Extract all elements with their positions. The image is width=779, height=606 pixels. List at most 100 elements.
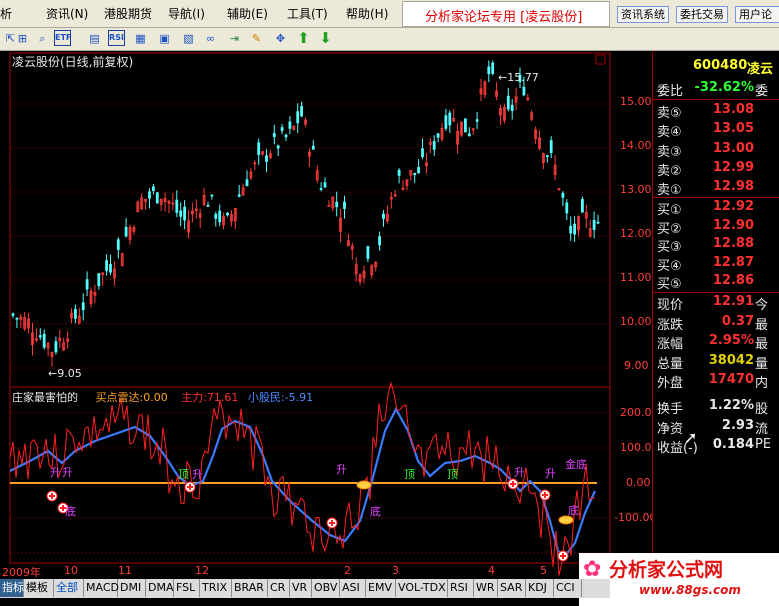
export-icon[interactable]: ▧ — [180, 30, 197, 47]
table-icon[interactable]: ▦ — [132, 30, 149, 47]
tab-fsl[interactable]: FSL — [174, 579, 200, 597]
menu-tools[interactable]: 工具(T) — [287, 5, 328, 22]
tab-dmi[interactable]: DMI — [118, 579, 146, 597]
candle — [284, 133, 288, 142]
candle — [366, 245, 370, 263]
candle — [397, 168, 401, 184]
candle — [81, 293, 85, 321]
buy-row-value: 12.88 — [712, 236, 754, 251]
candle — [401, 179, 405, 191]
buy-row-value: 12.87 — [712, 254, 754, 270]
etf-icon[interactable]: ETF — [54, 30, 71, 46]
candle — [456, 123, 460, 154]
candle — [237, 184, 241, 198]
candle — [440, 122, 444, 142]
candle — [155, 191, 159, 204]
candle — [50, 351, 54, 367]
menu-news[interactable]: 资讯(N) — [46, 5, 88, 22]
tab-wr[interactable]: WR — [474, 579, 498, 597]
buy-row-label: 买④ — [657, 258, 682, 274]
tab-macd[interactable]: MACD — [84, 579, 119, 597]
down-arrow-icon[interactable]: ⬇ — [317, 30, 334, 47]
candle — [339, 208, 343, 243]
menu-assist[interactable]: 辅助(E) — [227, 5, 268, 22]
candle — [565, 199, 569, 221]
buy-signal-marker — [46, 490, 58, 502]
candle — [448, 110, 452, 133]
buy-row-value: 12.86 — [712, 273, 754, 288]
time-label: 2009年 — [2, 566, 41, 579]
indicator-name[interactable]: 庄家最害怕的 — [12, 391, 78, 404]
buy-row: 买④ 12.87 — [657, 255, 779, 275]
candle — [475, 111, 479, 129]
candle — [54, 336, 58, 355]
candle — [109, 254, 112, 276]
menu-help[interactable]: 帮助(H) — [346, 5, 388, 22]
candle — [183, 200, 187, 230]
tab-voltdx[interactable]: VOL-TDX — [396, 579, 448, 597]
quote-panel: 600480 凌云 委比 -32.62% 委 卖⑤ 13.08 卖④ 13.05 卖③ 1… — [652, 52, 779, 556]
stat-row-extra: 股 — [755, 402, 769, 417]
candle — [245, 170, 249, 187]
chart-icon[interactable]: ▤ — [86, 30, 103, 47]
search-icon[interactable]: ⌕ — [34, 30, 51, 47]
indicator-header: 庄家最害怕的 买点雷达:0.00 主力:71.61 小股民:-5.91 — [12, 389, 313, 405]
tab-brar[interactable]: BRAR — [232, 579, 268, 597]
candle — [327, 200, 331, 207]
trade-button[interactable]: 委托交易 — [676, 6, 728, 23]
menu-analysis[interactable]: 析 — [0, 5, 12, 22]
weibi-extra: 委 — [755, 84, 769, 99]
tab-trix[interactable]: TRIX — [200, 579, 232, 597]
candle — [378, 231, 382, 251]
candle — [253, 160, 257, 170]
buy-row-label: 买② — [657, 221, 682, 237]
candle — [194, 199, 198, 219]
menu-hk-futures[interactable]: 港股期货 — [104, 5, 152, 22]
menu-navigate[interactable]: 导航(I) — [168, 5, 205, 22]
price-tick: 9.00 — [624, 359, 649, 372]
login-icon[interactable]: ⇥ — [226, 30, 243, 47]
tab-obv[interactable]: OBV — [312, 579, 340, 597]
window-icon[interactable]: ▣ — [156, 30, 173, 47]
tab-sar[interactable]: SAR — [498, 579, 526, 597]
rsi-icon[interactable]: RSI — [108, 30, 125, 46]
link-icon[interactable]: ∞ — [202, 30, 219, 47]
candle — [171, 193, 175, 211]
candle — [460, 121, 463, 137]
buy-row: 买③ 12.88 — [657, 236, 779, 256]
ind-tick: -100.00 — [614, 511, 657, 524]
candle — [315, 165, 319, 184]
tab-cci[interactable]: CCI — [554, 579, 582, 597]
candle — [116, 237, 120, 259]
candle — [487, 60, 491, 83]
tab-[interactable]: 全部 — [54, 579, 84, 597]
pen-icon[interactable]: ✎ — [248, 30, 265, 47]
candle — [233, 207, 237, 230]
tab-dma[interactable]: DMA — [146, 579, 174, 597]
tab-rsi[interactable]: RSI — [448, 579, 474, 597]
time-label: 10 — [64, 564, 78, 577]
zoom-icon[interactable]: ⊞ — [14, 30, 31, 47]
candle — [77, 307, 81, 325]
up-arrow-icon[interactable]: ⬆ — [295, 30, 312, 47]
high-value: 15.77 — [507, 71, 539, 84]
candle — [530, 110, 534, 122]
buy-row: 买① 12.92 — [657, 199, 779, 219]
sell-row-value: 12.99 — [712, 159, 754, 175]
candle — [311, 140, 315, 150]
user-forum-button[interactable]: 用户论 — [735, 6, 779, 23]
buy-signal-marker — [507, 478, 519, 490]
tab-cr[interactable]: CR — [268, 579, 290, 597]
tab-kdj[interactable]: KDJ — [526, 579, 554, 597]
news-system-button[interactable]: 资讯系统 — [617, 6, 669, 23]
move-icon[interactable]: ✥ — [272, 30, 289, 47]
tab-asi[interactable]: ASI — [340, 579, 366, 597]
buy-row: 买② 12.90 — [657, 218, 779, 238]
tab-[interactable]: 指标 — [0, 579, 24, 597]
stat-row-extra: 最 — [755, 317, 769, 333]
candle — [545, 154, 549, 163]
candle — [452, 109, 456, 123]
tab-[interactable]: 模板 — [24, 579, 54, 597]
tab-vr[interactable]: VR — [290, 579, 312, 597]
tab-emv[interactable]: EMV — [366, 579, 396, 597]
